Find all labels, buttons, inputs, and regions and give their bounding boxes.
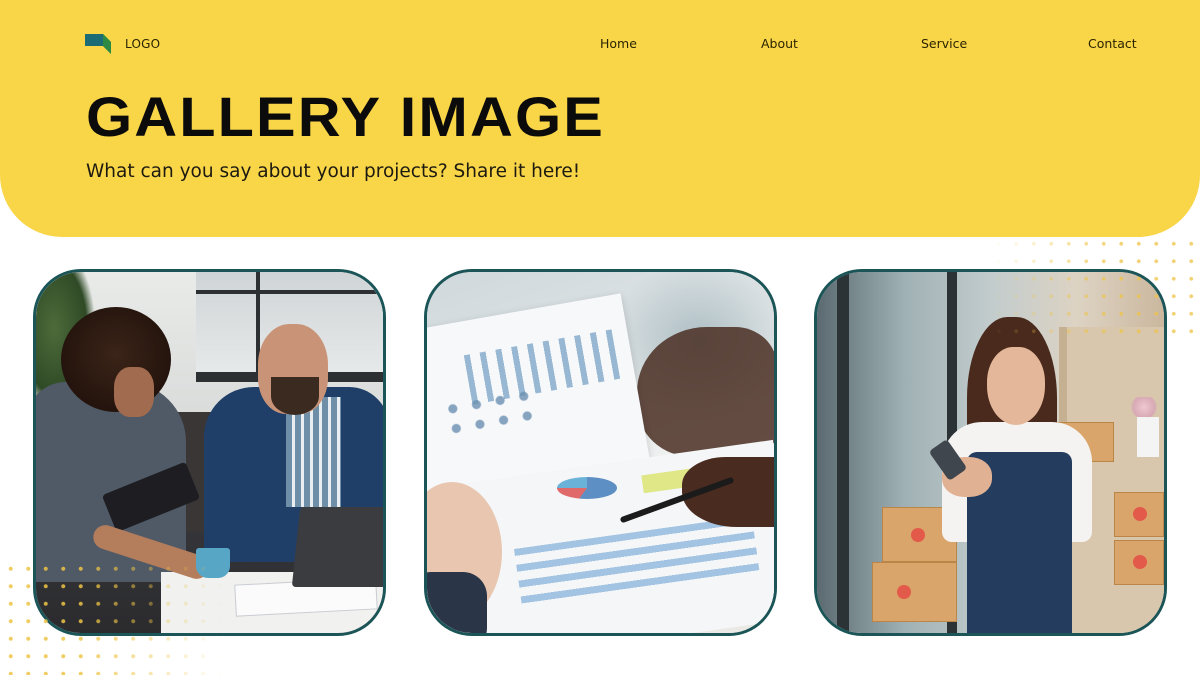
page-title: GALLERY IMAGE: [86, 85, 605, 148]
photo-alt: Smiling woman in an apron using a smartp…: [817, 272, 818, 273]
person-face-shape: [114, 367, 154, 417]
person-face-shape: [987, 347, 1045, 425]
photo-alt: Hands reviewing printed business charts …: [427, 272, 428, 273]
box-shape: [1114, 492, 1164, 537]
cup-shape: [196, 548, 230, 578]
sticker-shape: [911, 528, 925, 542]
flower-shape: [1129, 397, 1159, 417]
gallery-photo-woman-phone: Smiling woman in an apron using a smartp…: [817, 272, 1164, 633]
pie-chart-shape: [557, 477, 617, 499]
sleeve-shape: [427, 572, 487, 633]
nav-service[interactable]: Service: [921, 36, 967, 51]
gallery-photo-charts-review: Hands reviewing printed business charts …: [427, 272, 774, 633]
sticker-shape: [1133, 507, 1147, 521]
nav-home[interactable]: Home: [600, 36, 637, 51]
nav-about[interactable]: About: [761, 36, 798, 51]
sticker-shape: [897, 585, 911, 599]
page-subtitle: What can you say about your projects? Sh…: [86, 161, 581, 182]
gallery-card-1[interactable]: Two men working together on a laptop and…: [33, 269, 386, 636]
box-shape: [1114, 540, 1164, 585]
gallery-photo-men-working: Two men working together on a laptop and…: [36, 272, 383, 633]
gallery-card-2[interactable]: Hands reviewing printed business charts …: [424, 269, 777, 636]
nav-contact[interactable]: Contact: [1088, 36, 1137, 51]
window-frame-shape: [837, 272, 849, 633]
laptop-shape: [291, 507, 383, 587]
box-shape: [872, 562, 957, 622]
beard-shape: [271, 377, 319, 415]
hand-shape: [637, 327, 774, 457]
vase-shape: [1137, 417, 1159, 457]
main-nav: Home About Service Contact: [0, 36, 1200, 52]
header-banner: LOGO Home About Service Contact GALLERY …: [0, 0, 1200, 237]
sticker-shape: [1133, 555, 1147, 569]
gallery-card-3[interactable]: Smiling woman in an apron using a smartp…: [814, 269, 1167, 636]
